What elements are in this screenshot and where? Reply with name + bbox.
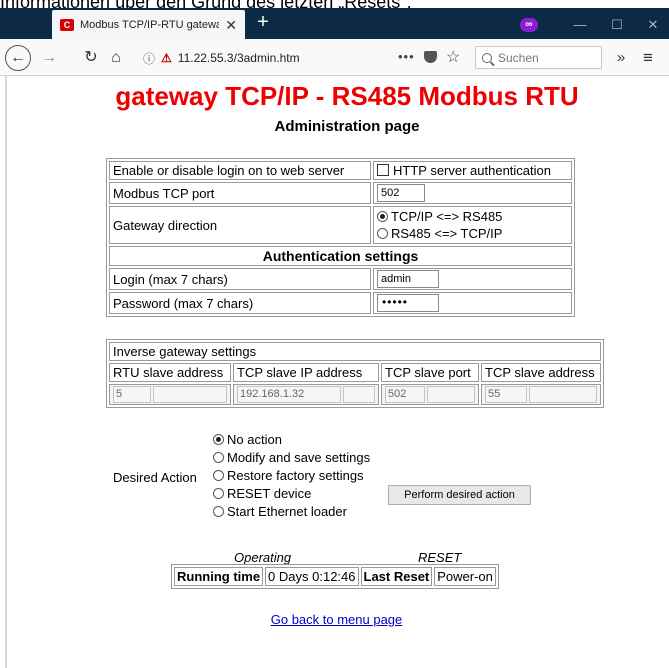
- private-browsing-icon: ∞: [520, 18, 538, 32]
- rtu-slave-address-cell: 5: [109, 384, 231, 405]
- login-cell: [373, 268, 572, 290]
- rtu-slave-address-field: 5: [113, 386, 151, 403]
- last-reset-label: Last Reset: [360, 567, 433, 586]
- http-auth-cell: HTTP server authentication: [373, 161, 572, 180]
- status-table: Running time 0 Days 0:12:46 Last Reset P…: [171, 564, 499, 589]
- radio-icon[interactable]: [213, 506, 224, 517]
- column-header: TCP slave IP address: [233, 363, 379, 382]
- page-frame: gateway TCP/IP - RS485 Modbus RTU Admini…: [5, 76, 669, 668]
- direction-option-tcp[interactable]: TCP/IP <=> RS485: [377, 208, 568, 225]
- close-window-icon[interactable]: ✕: [643, 17, 663, 33]
- forward-icon[interactable]: →: [38, 47, 60, 69]
- action-option-label: Modify and save settings: [227, 450, 371, 465]
- page-subtitle: Administration page: [274, 118, 420, 135]
- tcp-slave-ip-field: 192.168.1.32: [237, 386, 341, 403]
- direction-option-rs485[interactable]: RS485 <=> TCP/IP: [377, 225, 568, 242]
- inverse-settings-title: Inverse gateway settings: [109, 342, 601, 361]
- action-option-restore[interactable]: Restore factory settings: [213, 467, 413, 485]
- modbus-port-input[interactable]: [377, 184, 425, 202]
- tcp-slave-port-field: 502: [385, 386, 425, 403]
- operating-caption: Operating: [234, 550, 292, 565]
- column-header: TCP slave port: [381, 363, 479, 382]
- field-filler: [153, 386, 227, 403]
- overflow-menu-icon[interactable]: »: [610, 47, 632, 69]
- insecure-lock-icon[interactable]: ⚠: [161, 51, 172, 65]
- hamburger-menu-icon[interactable]: ≡: [637, 47, 659, 69]
- action-option-modify[interactable]: Modify and save settings: [213, 449, 413, 467]
- reload-icon[interactable]: ↻: [80, 47, 102, 69]
- column-header: RTU slave address: [109, 363, 231, 382]
- password-input[interactable]: •••••: [377, 294, 439, 312]
- action-option-label: Restore factory settings: [227, 468, 364, 483]
- field-filler: [529, 386, 597, 403]
- back-to-menu-link[interactable]: Go back to menu page: [2, 612, 669, 627]
- action-option-label: RESET device: [227, 486, 312, 501]
- page-title: gateway TCP/IP - RS485 Modbus RTU: [115, 81, 579, 111]
- perform-action-button[interactable]: Perform desired action: [388, 485, 531, 505]
- window-titlebar: C Modbus TCP/IP-RTU gateway - ✕ + ∞ — ☐ …: [0, 8, 669, 39]
- page-content: gateway TCP/IP - RS485 Modbus RTU Admini…: [0, 76, 669, 668]
- auth-section-heading: Authentication settings: [109, 246, 572, 266]
- home-icon[interactable]: ⌂: [105, 47, 127, 69]
- http-auth-checkbox[interactable]: [377, 164, 389, 176]
- config-table: Enable or disable login on to web server…: [106, 158, 575, 317]
- field-filler: [427, 386, 475, 403]
- http-auth-label: HTTP server authentication: [393, 163, 551, 178]
- action-option-no-action[interactable]: No action: [213, 431, 413, 449]
- action-option-label: No action: [227, 432, 282, 447]
- info-icon[interactable]: ⓘ: [143, 50, 155, 67]
- tcp-slave-address-field: 55: [485, 386, 527, 403]
- minimize-icon[interactable]: —: [570, 17, 590, 33]
- close-tab-icon[interactable]: ✕: [225, 18, 237, 32]
- radio-icon[interactable]: [213, 452, 224, 463]
- maximize-icon[interactable]: ☐: [607, 17, 627, 33]
- url-bar[interactable]: ⓘ ⚠ 11.22.55.3/3admin.htm: [143, 45, 469, 71]
- radio-icon[interactable]: [377, 228, 388, 239]
- action-option-label: Start Ethernet loader: [227, 504, 347, 519]
- port-label: Modbus TCP port: [109, 182, 371, 204]
- back-icon[interactable]: ←: [5, 45, 31, 71]
- port-cell: [373, 182, 572, 204]
- radio-icon[interactable]: [213, 488, 224, 499]
- radio-icon[interactable]: [377, 211, 388, 222]
- password-label: Password (max 7 chars): [109, 292, 371, 314]
- search-input[interactable]: [498, 50, 588, 65]
- tcp-slave-port-cell: 502: [381, 384, 479, 405]
- new-tab-icon[interactable]: +: [252, 10, 274, 36]
- page-actions-icon[interactable]: •••: [398, 49, 415, 64]
- login-enable-label: Enable or disable login on to web server: [109, 161, 371, 180]
- column-header: TCP slave address: [481, 363, 601, 382]
- tcp-slave-ip-cell: 192.168.1.32: [233, 384, 379, 405]
- favicon-icon: C: [60, 18, 74, 31]
- action-option-loader[interactable]: Start Ethernet loader: [213, 503, 413, 521]
- direction-option-label: RS485 <=> TCP/IP: [391, 226, 503, 241]
- search-box[interactable]: [475, 46, 602, 69]
- direction-cell: TCP/IP <=> RS485 RS485 <=> TCP/IP: [373, 206, 572, 244]
- inverse-settings-table: Inverse gateway settings RTU slave addre…: [106, 339, 604, 408]
- action-option-reset[interactable]: RESET device: [213, 485, 413, 503]
- radio-icon[interactable]: [213, 434, 224, 445]
- browser-tab[interactable]: C Modbus TCP/IP-RTU gateway - ✕: [52, 10, 245, 39]
- password-cell: •••••: [373, 292, 572, 314]
- login-field-label: Login (max 7 chars): [109, 268, 371, 290]
- tcp-slave-address-cell: 55: [481, 384, 601, 405]
- tab-title: Modbus TCP/IP-RTU gateway -: [80, 18, 220, 31]
- desired-action-label: Desired Action: [113, 470, 197, 485]
- action-options: No action Modify and save settings Resto…: [213, 431, 413, 521]
- direction-option-label: TCP/IP <=> RS485: [391, 209, 503, 224]
- direction-label: Gateway direction: [109, 206, 371, 244]
- login-input[interactable]: [377, 270, 439, 288]
- search-icon: [482, 52, 492, 63]
- running-time-value: 0 Days 0:12:46: [265, 567, 359, 586]
- last-reset-value: Power-on: [434, 567, 496, 586]
- navigation-toolbar: ← → ↻ ⌂ ⓘ ⚠ 11.22.55.3/3admin.htm ••• ☆ …: [0, 39, 669, 76]
- field-filler: [343, 386, 375, 403]
- reset-caption: RESET: [418, 550, 462, 565]
- bookmark-star-icon[interactable]: ☆: [446, 47, 460, 67]
- running-time-label: Running time: [174, 567, 264, 586]
- radio-icon[interactable]: [213, 470, 224, 481]
